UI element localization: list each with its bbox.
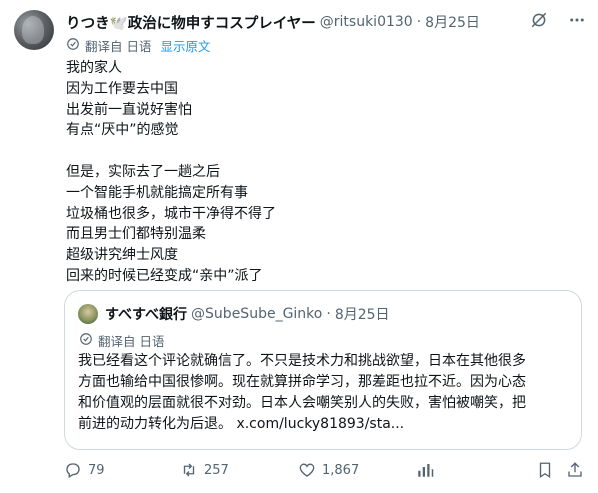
quote-line: 和价值观的层面就很不对劲。日本人会嘲笑别人的失败，害怕被嘲笑，把 bbox=[78, 395, 526, 411]
quote-handle[interactable]: @SubeSube_Ginko bbox=[191, 306, 322, 322]
separator: · bbox=[326, 306, 331, 322]
quote-header: すべすべ銀行 @SubeSube_Ginko · 8月25日 bbox=[105, 303, 390, 325]
quote-line: 我已经看这个评论就确信了。不只是技术力和挑战欲望，日本在其他很多 bbox=[78, 353, 526, 369]
quote-avatar[interactable] bbox=[78, 304, 98, 324]
views-icon bbox=[416, 461, 434, 479]
grok-icon[interactable] bbox=[530, 11, 548, 29]
tweet-line: 垃圾桶也很多，城市干净得不得了 bbox=[66, 205, 276, 222]
like-count: 1,867 bbox=[322, 462, 360, 478]
like-icon bbox=[298, 461, 316, 479]
bookmark-icon bbox=[536, 461, 554, 479]
header-actions bbox=[530, 11, 586, 29]
tweet-line: 因为工作要去中国 bbox=[66, 80, 178, 97]
reply-button[interactable]: 79 bbox=[64, 461, 105, 479]
tweet-line: 回来的时候已经变成“亲中”派了 bbox=[66, 267, 263, 284]
translation-notice: 翻译自 日语 显示原文 bbox=[66, 36, 211, 54]
bookmark-button[interactable] bbox=[536, 461, 554, 479]
tweet-line: 但是，实际去了一趟之后 bbox=[66, 163, 220, 180]
tweet-line: 而且男士们都特别温柔 bbox=[66, 226, 206, 243]
display-name[interactable]: りつき🕊️政治に物申すコスプレイヤー bbox=[66, 12, 316, 33]
tweet-line: 一个智能手机就能搞定所有事 bbox=[66, 184, 248, 201]
separator: · bbox=[416, 14, 422, 30]
quote-display-name[interactable]: すべすべ銀行 bbox=[105, 304, 187, 324]
translate-icon bbox=[66, 37, 80, 54]
quote-text: 我已经看这个评论就确信了。不只是技术力和挑战欲望，日本在其他很多 方面也输给中国… bbox=[78, 351, 570, 435]
quoted-tweet[interactable]: すべすべ銀行 @SubeSube_Ginko · 8月25日 翻译自 日语 我已… bbox=[64, 290, 582, 450]
retweet-icon bbox=[180, 461, 198, 479]
tweet-date[interactable]: 8月25日 bbox=[425, 12, 480, 32]
share-icon bbox=[566, 461, 584, 479]
quote-line: 方面也输给中国很惨啊。现在就算拼命学习，那差距也拉不近。因为心态 bbox=[78, 374, 526, 390]
more-icon[interactable] bbox=[568, 11, 586, 29]
quote-translation-notice: 翻译自 日语 bbox=[79, 331, 164, 349]
reply-count: 79 bbox=[88, 462, 105, 478]
translate-label: 翻译自 日语 bbox=[85, 38, 152, 54]
tweet-line: 有点“厌中”的感觉 bbox=[66, 122, 179, 139]
quote-translate-label: 翻译自 日语 bbox=[98, 333, 165, 349]
views-button[interactable] bbox=[416, 461, 434, 479]
action-bar: 79 257 1,867 bbox=[64, 458, 584, 482]
tweet-line: 出发前一直说好害怕 bbox=[66, 101, 192, 118]
tweet-line: 超级讲究绅士风度 bbox=[66, 247, 178, 264]
reply-icon bbox=[64, 461, 82, 479]
quote-date[interactable]: 8月25日 bbox=[335, 304, 390, 324]
avatar[interactable] bbox=[14, 10, 54, 50]
like-button[interactable]: 1,867 bbox=[298, 461, 359, 479]
show-original-link[interactable]: 显示原文 bbox=[160, 36, 210, 55]
translate-icon bbox=[79, 332, 93, 349]
retweet-button[interactable]: 257 bbox=[180, 461, 229, 479]
tweet-line: 我的家人 bbox=[66, 60, 122, 76]
retweet-count: 257 bbox=[204, 462, 229, 478]
tweet-text: 我的家人 因为工作要去中国 出发前一直说好害怕 有点“厌中”的感觉 但是，实际去… bbox=[66, 58, 566, 287]
quote-line[interactable]: 前进的动力转化为后退。 x.com/lucky81893/sta... bbox=[78, 414, 570, 435]
handle[interactable]: @ritsuki0130 bbox=[320, 14, 413, 30]
tweet-header: りつき🕊️政治に物申すコスプレイヤー @ritsuki0130 · 8月25日 bbox=[66, 11, 586, 33]
share-button[interactable] bbox=[566, 461, 584, 479]
